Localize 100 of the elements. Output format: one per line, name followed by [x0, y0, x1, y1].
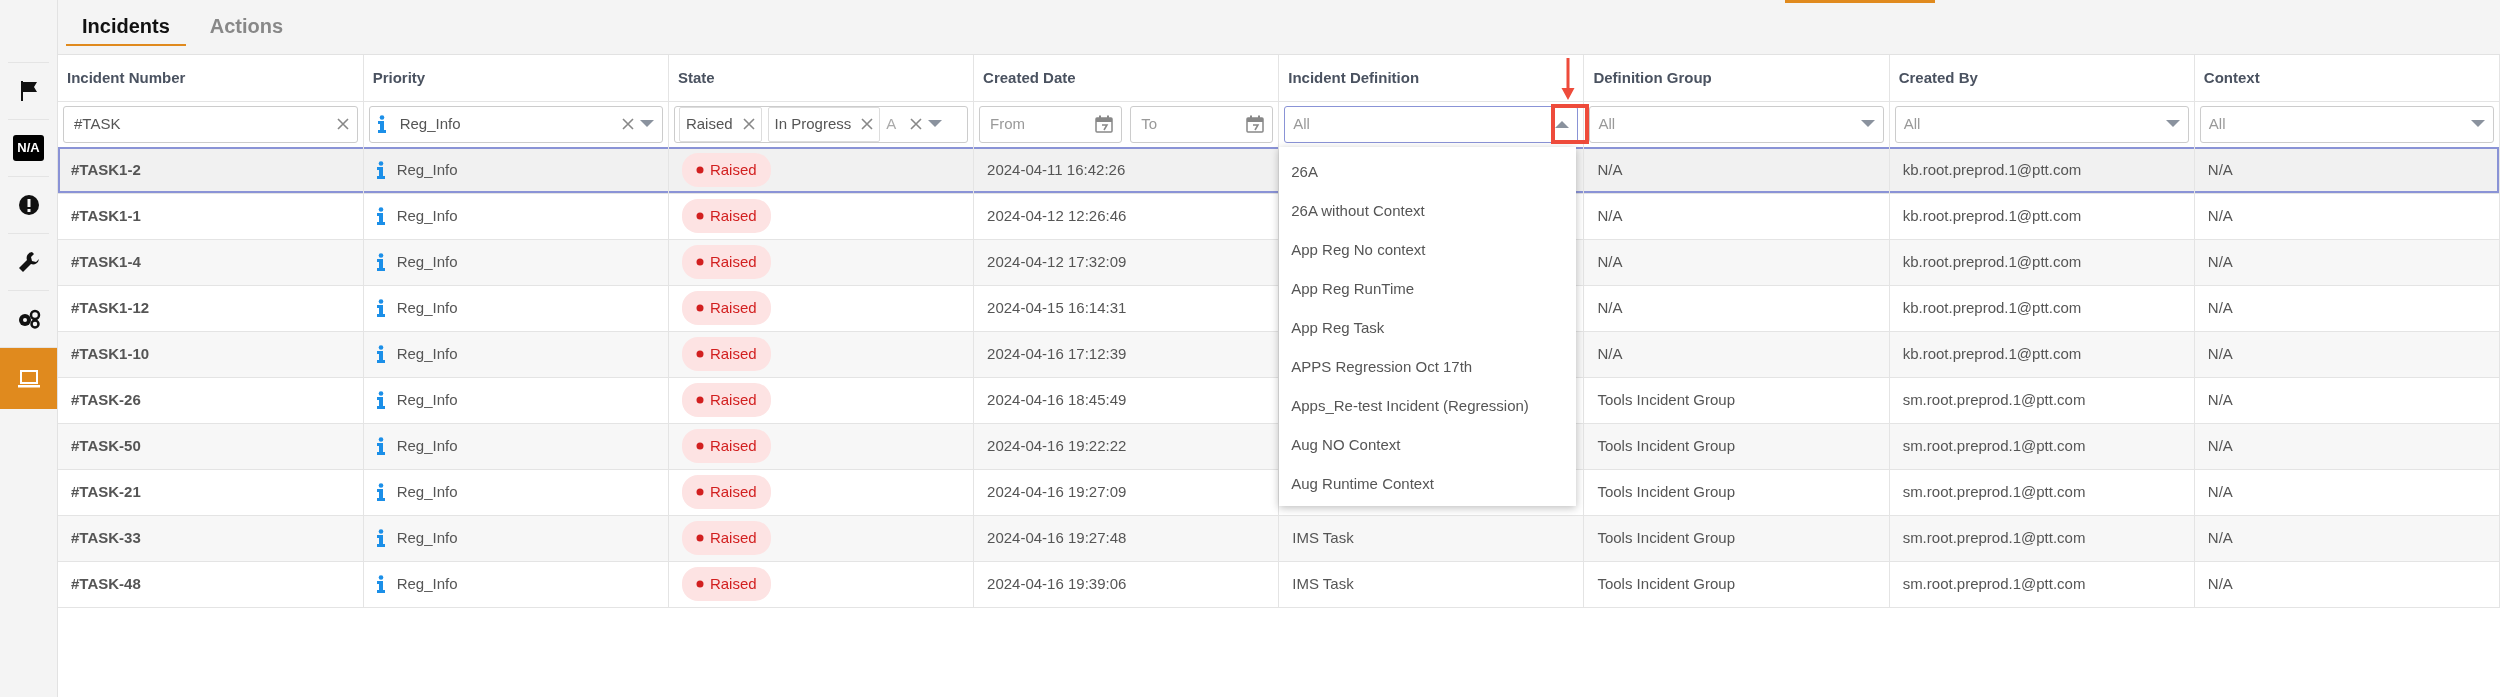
- table-cell: N/A: [2194, 423, 2500, 469]
- info-icon: [376, 299, 385, 317]
- table-cell: 2024-04-16 17:12:39: [973, 331, 1279, 377]
- table-cell: N/A: [1583, 147, 1890, 193]
- incident-number[interactable]: #TASK1-2: [58, 147, 364, 193]
- caret-icon[interactable]: [1555, 120, 1570, 129]
- table-cell: Tools Incident Group: [1583, 423, 1890, 469]
- table-cell: 2024-04-16 19:27:09: [973, 469, 1279, 515]
- table-cell: N/A: [1583, 193, 1890, 239]
- table-cell: 2024-04-16 19:22:22: [973, 423, 1279, 469]
- dropdown-option[interactable]: App Reg No context: [1279, 229, 1577, 268]
- table-cell: sm.root.preprod.1@ptt.com: [1889, 377, 2195, 423]
- incident-number[interactable]: #TASK-48: [58, 561, 364, 607]
- table-cell: 2024-04-12 12:26:46: [973, 193, 1279, 239]
- incident-number[interactable]: #TASK1-1: [58, 193, 364, 239]
- clear-icon[interactable]: [336, 118, 349, 131]
- priority-text: Reg_Info: [396, 343, 458, 364]
- filter-chip[interactable]: Raised: [678, 107, 762, 142]
- column-header[interactable]: Priority: [363, 55, 669, 101]
- info-icon: [376, 437, 385, 455]
- incident-number[interactable]: #TASK1-10: [58, 331, 364, 377]
- text-input[interactable]: #TASK: [72, 112, 331, 137]
- clear-icon[interactable]: [861, 118, 874, 131]
- column-header[interactable]: Definition Group: [1583, 55, 1890, 101]
- filter-field[interactable]: #TASK: [63, 105, 358, 143]
- clear-icon[interactable]: [621, 118, 634, 131]
- select-value: Reg_Info: [399, 114, 462, 134]
- column-header[interactable]: State: [668, 55, 974, 101]
- incident-number[interactable]: #TASK-33: [58, 515, 364, 561]
- info-icon: [376, 529, 385, 547]
- state-badge: Raised: [681, 566, 771, 602]
- alert-icon: [17, 194, 40, 216]
- incident-number[interactable]: #TASK1-12: [58, 285, 364, 331]
- state-badge: Raised: [681, 244, 771, 280]
- dropdown-option[interactable]: Aug NO Context: [1279, 424, 1577, 463]
- caret-icon[interactable]: [639, 120, 654, 129]
- table-cell: N/A: [2194, 285, 2500, 331]
- table-cell: 2024-04-16 19:27:48: [973, 515, 1279, 561]
- info-icon: [376, 575, 385, 593]
- table-cell: Tools Incident Group: [1583, 515, 1890, 561]
- caret-icon[interactable]: [1860, 120, 1875, 129]
- info-icon: [376, 160, 385, 179]
- filter-chip[interactable]: In Progress: [767, 107, 881, 142]
- table-cell: sm.root.preprod.1@ptt.com: [1889, 423, 2195, 469]
- table-cell: N/A: [2194, 377, 2500, 423]
- dropdown-option[interactable]: APPS Regression Oct 17th: [1279, 346, 1577, 385]
- incident-number[interactable]: #TASK-26: [58, 377, 364, 423]
- dropdown-option[interactable]: Apps_Re-test Incident (Regression): [1279, 385, 1577, 424]
- dropdown-option[interactable]: App Reg Task: [1279, 307, 1577, 346]
- sidebar-item[interactable]: N/A: [8, 119, 49, 176]
- column-header[interactable]: Incident Number: [58, 55, 364, 101]
- table-cell: 2024-04-12 17:32:09: [973, 239, 1279, 285]
- date-input[interactable]: To: [1139, 112, 1241, 137]
- select-placeholder: All: [2208, 114, 2227, 134]
- state-badge: Raised: [681, 336, 771, 372]
- caret-icon[interactable]: [2165, 120, 2180, 129]
- clear-icon[interactable]: [742, 118, 755, 131]
- incident-number[interactable]: #TASK1-4: [58, 239, 364, 285]
- info-icon: [376, 207, 385, 225]
- state-badge: Raised: [681, 152, 771, 187]
- date-field[interactable]: From: [979, 105, 1123, 143]
- table-cell: kb.root.preprod.1@ptt.com: [1889, 147, 2195, 193]
- table-cell: kb.root.preprod.1@ptt.com: [1889, 331, 2195, 377]
- table-cell: kb.root.preprod.1@ptt.com: [1889, 193, 2195, 239]
- column-header[interactable]: Context: [2194, 55, 2500, 101]
- info-icon: [376, 391, 385, 409]
- dropdown-option[interactable]: App Reg RunTime: [1279, 268, 1577, 307]
- table-cell: N/A: [2194, 193, 2500, 239]
- column-header[interactable]: Created Date: [973, 55, 1279, 101]
- dropdown-option[interactable]: 26A without Context: [1279, 190, 1577, 229]
- state-badge: Raised: [681, 382, 771, 418]
- table-cell: sm.root.preprod.1@ptt.com: [1889, 469, 2195, 515]
- caret-icon[interactable]: [928, 120, 943, 129]
- table-cell: N/A: [2194, 331, 2500, 377]
- date-input[interactable]: From: [988, 112, 1090, 137]
- dropdown-option[interactable]: 26A: [1279, 151, 1577, 190]
- table-cell: N/A: [1583, 239, 1890, 285]
- filter-dropdown[interactable]: Reg_Info: [368, 105, 663, 143]
- wrench-icon: [17, 251, 40, 273]
- calendar-icon[interactable]: [1246, 115, 1265, 134]
- incident-number[interactable]: #TASK-21: [58, 469, 364, 515]
- state-badge: Raised: [681, 428, 771, 464]
- priority-text: Reg_Info: [396, 527, 458, 548]
- info-icon: [376, 345, 385, 363]
- table-cell: sm.root.preprod.1@ptt.com: [1889, 515, 2195, 561]
- state-badge: Raised: [681, 290, 771, 326]
- clear-icon[interactable]: [910, 118, 923, 131]
- tab[interactable]: Incidents: [66, 0, 186, 46]
- caret-icon[interactable]: [2471, 120, 2485, 129]
- dropdown-option[interactable]: Aug Runtime Context: [1279, 463, 1577, 502]
- filter-multiselect[interactable]: Raised In Progress A: [673, 105, 969, 143]
- table-cell: N/A: [2194, 515, 2500, 561]
- chip-label: A: [886, 114, 898, 134]
- info-icon: [376, 483, 385, 501]
- gears-icon: [16, 309, 41, 329]
- incident-number[interactable]: #TASK-50: [58, 423, 364, 469]
- priority-text: Reg_Info: [396, 251, 458, 272]
- column-header[interactable]: Created By: [1889, 55, 2195, 101]
- date-field[interactable]: To: [1130, 105, 1274, 143]
- calendar-icon[interactable]: [1095, 115, 1114, 134]
